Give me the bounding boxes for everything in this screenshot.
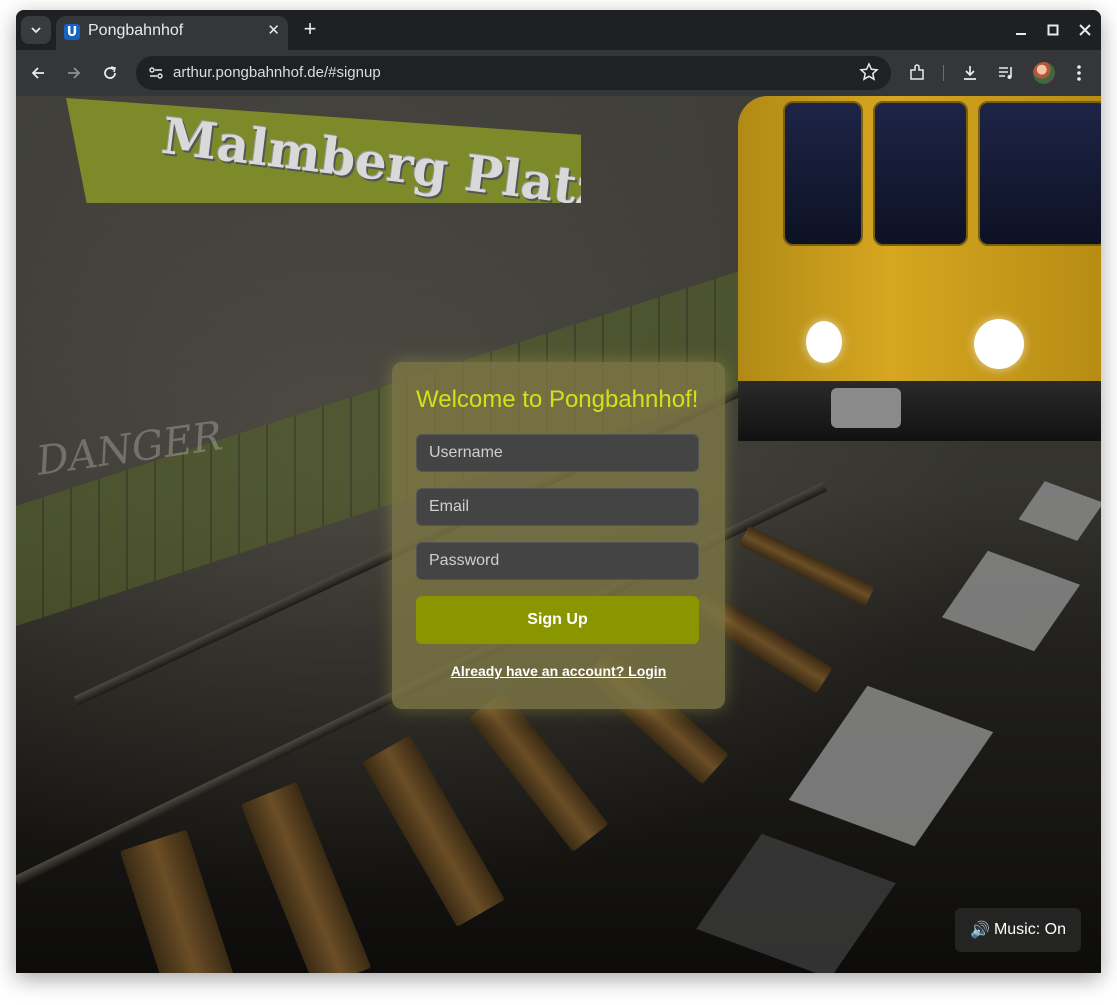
more-menu-icon[interactable] [1067,61,1091,85]
train-bumper [738,381,1101,441]
email-input[interactable] [416,488,699,526]
media-control-icon[interactable] [994,61,1018,85]
browser-toolbar: arthur.pongbahnhof.de/#signup [16,50,1101,96]
back-arrow-icon [31,67,44,79]
train-window [978,101,1101,246]
page-viewport: Malmberg Platz DANGER Welcome to Pongbah… [16,96,1101,973]
tab-strip: U Pongbahnhof ✕ + [16,10,1101,50]
address-bar[interactable]: arthur.pongbahnhof.de/#signup [136,56,891,90]
back-button[interactable] [24,59,52,87]
maximize-icon [1047,24,1059,36]
username-input[interactable] [416,434,699,472]
chevron-down-icon [31,27,41,34]
minimize-button[interactable] [1005,10,1037,50]
music-label: Music: On [993,921,1066,938]
music-toggle-button[interactable]: 🔊 Music: On [955,908,1081,952]
reload-icon [104,66,116,79]
window-controls [1005,10,1101,50]
forward-button[interactable] [60,59,88,87]
train-window [873,101,968,246]
train-window [783,101,863,246]
tab-title: Pongbahnhof [88,22,184,39]
reload-button[interactable] [96,59,124,87]
close-window-button[interactable] [1069,10,1101,50]
extensions-icon[interactable] [905,61,929,85]
profile-avatar[interactable] [1033,62,1055,84]
tab-close-icon[interactable]: ✕ [267,21,280,39]
headlight [806,321,842,363]
signup-title: Welcome to Pongbahnhof! [416,386,699,413]
new-tab-button[interactable]: + [298,18,322,42]
speaker-icon: 🔊 [970,922,990,939]
toolbar-separator [943,65,944,81]
bookmark-star-icon[interactable] [859,62,879,87]
train-coupler [831,388,901,428]
site-info-icon[interactable] [144,61,168,85]
train [738,96,1101,396]
close-icon [1079,24,1091,36]
download-icon[interactable] [958,61,982,85]
tab-search-button[interactable] [21,16,51,44]
url-text: arthur.pongbahnhof.de/#signup [173,64,381,81]
signup-form: Welcome to Pongbahnhof! Sign Up Already … [392,362,725,709]
maximize-button[interactable] [1037,10,1069,50]
tab-active[interactable]: U Pongbahnhof ✕ [56,16,288,50]
signup-button[interactable]: Sign Up [416,596,699,644]
favicon-icon: U [64,24,80,40]
login-link[interactable]: Already have an account? Login [416,663,701,679]
minimize-icon [1016,33,1026,35]
forward-arrow-icon [68,67,81,79]
headlight [974,319,1024,369]
browser-window: U Pongbahnhof ✕ + arthur.pongbahnhof.de/… [16,10,1101,973]
password-input[interactable] [416,542,699,580]
